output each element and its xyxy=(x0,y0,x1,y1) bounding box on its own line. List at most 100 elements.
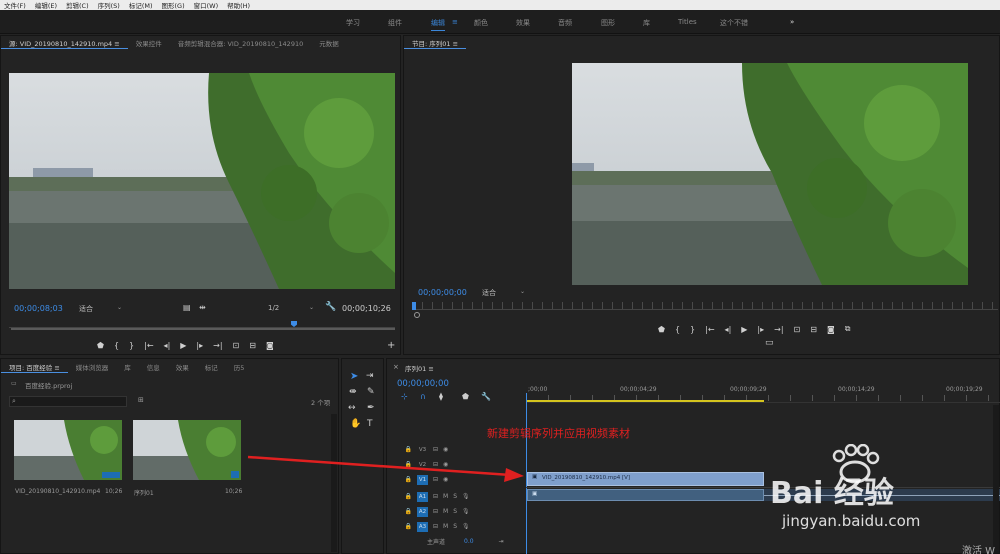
sync-lock-icon[interactable]: ⊟ xyxy=(433,493,438,500)
program-playhead[interactable] xyxy=(412,302,416,310)
extract-icon[interactable]: ⊟ xyxy=(810,325,817,334)
tab-media-browser[interactable]: 媒体浏览器 xyxy=(68,362,117,372)
tab-libraries[interactable]: 库 xyxy=(116,362,139,372)
step-back-icon[interactable]: ◂| xyxy=(725,325,732,334)
track-label[interactable]: A3 xyxy=(417,521,428,532)
settings-icon[interactable]: ▤ xyxy=(183,303,191,312)
chevron-down-icon[interactable]: ⌄ xyxy=(309,304,314,311)
tab-effect-controls[interactable]: 效果控件 xyxy=(128,38,170,48)
slip-icon[interactable]: ↔ xyxy=(348,403,356,413)
new-bin-icon[interactable]: ⊞ xyxy=(138,396,144,404)
menu-sequence[interactable]: 序列(S) xyxy=(98,0,120,10)
linked-selection-icon[interactable]: ⧫ xyxy=(439,392,443,401)
menu-clip[interactable]: 剪辑(C) xyxy=(66,0,89,10)
mic-icon[interactable]: 🎙 xyxy=(462,508,470,515)
tab-effects[interactable]: 效果 xyxy=(168,362,197,372)
hand-icon[interactable]: ✋ xyxy=(350,419,361,429)
timeline-scrollbar[interactable] xyxy=(993,405,999,553)
menu-edit[interactable]: 编辑(E) xyxy=(35,0,57,10)
close-icon[interactable]: × xyxy=(393,363,399,371)
ws-more-icon[interactable]: » xyxy=(790,18,794,26)
track-label[interactable]: A2 xyxy=(417,506,428,517)
go-to-end-icon[interactable]: ⇥ xyxy=(499,538,504,545)
vr-icon[interactable]: ▭ xyxy=(765,338,774,348)
ws-effects[interactable]: 效果 xyxy=(516,18,530,28)
menu-graphics[interactable]: 图形(G) xyxy=(162,0,185,10)
project-scrollbar[interactable] xyxy=(331,414,337,552)
insert-icon[interactable]: ⊡ xyxy=(233,341,240,350)
sequence-thumbnail[interactable] xyxy=(133,420,241,480)
marker-icon[interactable]: ⬟ xyxy=(97,341,104,350)
mic-icon[interactable]: 🎙 xyxy=(462,523,470,530)
ws-titles[interactable]: Titles xyxy=(678,18,697,26)
mark-out-icon[interactable]: } xyxy=(129,341,134,350)
razor-icon[interactable]: ✎ xyxy=(367,387,375,397)
lift-icon[interactable]: ⊡ xyxy=(794,325,801,334)
timeline-timecode[interactable]: 00;00;00;00 xyxy=(397,379,449,389)
mark-in-icon[interactable]: { xyxy=(114,341,119,350)
go-to-in-icon[interactable]: |← xyxy=(705,325,714,334)
lock-icon[interactable]: 🔒 xyxy=(386,523,412,530)
ws-assembly[interactable]: 组件 xyxy=(388,18,402,28)
go-to-out-icon[interactable]: →| xyxy=(774,325,783,334)
sync-lock-icon[interactable]: ⊟ xyxy=(433,508,438,515)
play-icon[interactable]: ▶ xyxy=(741,325,747,334)
tab-source[interactable]: 源: VID_20190810_142910.mp4 ≡ xyxy=(1,38,128,49)
add-button-icon[interactable]: + xyxy=(387,340,395,351)
zoom-handle-icon[interactable] xyxy=(414,312,420,318)
overwrite-icon[interactable]: ⊟ xyxy=(249,341,256,350)
ws-learn[interactable]: 学习 xyxy=(346,18,360,28)
menu-help[interactable]: 帮助(H) xyxy=(227,0,250,10)
selection-tool-icon[interactable]: ➤ xyxy=(350,371,358,382)
step-forward-icon[interactable]: |▸ xyxy=(196,341,203,350)
type-tool-icon[interactable]: T xyxy=(367,419,373,429)
ws-editing[interactable]: 编辑 xyxy=(431,18,445,31)
video-clip[interactable]: ▣ VID_20190810_142910.mp4 [V] xyxy=(527,472,764,486)
add-marker-icon[interactable]: ⬟ xyxy=(462,392,469,401)
ws-custom[interactable]: 这个不错 xyxy=(720,18,748,28)
nest-icon[interactable]: ⊹ xyxy=(401,392,408,401)
tab-history[interactable]: 历5 xyxy=(226,362,253,372)
sync-lock-icon[interactable]: ⊟ xyxy=(433,523,438,530)
mute-icon[interactable]: M xyxy=(443,523,448,530)
go-to-in-icon[interactable]: |← xyxy=(144,341,153,350)
wrench-icon[interactable]: 🔧 xyxy=(481,392,491,401)
mark-out-icon[interactable]: } xyxy=(690,325,695,334)
project-search-input[interactable]: ⌕ xyxy=(9,396,127,407)
snap-icon[interactable]: ∩ xyxy=(420,392,426,401)
solo-icon[interactable]: S xyxy=(453,523,457,530)
ws-color[interactable]: 颜色 xyxy=(474,18,488,28)
wrench-icon[interactable]: 🔧 xyxy=(325,302,336,312)
program-fit-select[interactable]: 适合 xyxy=(482,288,496,298)
solo-icon[interactable]: S xyxy=(453,493,457,500)
solo-icon[interactable]: S xyxy=(453,508,457,515)
menu-marker[interactable]: 标记(M) xyxy=(129,0,153,10)
ws-library[interactable]: 库 xyxy=(643,18,650,28)
mark-in-icon[interactable]: { xyxy=(675,325,680,334)
play-icon[interactable]: ▶ xyxy=(180,341,186,350)
drop-icon[interactable]: ⇹ xyxy=(199,303,206,312)
timeline-ruler[interactable]: ;00;00 00;00;04;29 00;00;09;29 00;00;14;… xyxy=(526,383,1000,403)
ws-graphics[interactable]: 图形 xyxy=(601,18,615,28)
program-timecode[interactable]: 00;00;00;00 xyxy=(418,288,467,297)
ws-audio[interactable]: 音频 xyxy=(558,18,572,28)
tab-program[interactable]: 节目: 序列01 ≡ xyxy=(404,38,467,49)
tab-info[interactable]: 信息 xyxy=(139,362,168,372)
marker-icon[interactable]: ⬟ xyxy=(658,325,665,334)
tab-audio-mixer[interactable]: 音频剪辑混合器: VID_20190810_142910 xyxy=(170,38,312,48)
camera-icon[interactable]: ◙ xyxy=(827,325,835,334)
go-to-out-icon[interactable]: →| xyxy=(213,341,222,350)
step-forward-icon[interactable]: |▸ xyxy=(757,325,764,334)
chevron-down-icon[interactable]: ⌄ xyxy=(117,304,122,311)
source-fit-select[interactable]: 适合 xyxy=(79,304,93,314)
audio-clip[interactable]: ▣ xyxy=(527,489,764,501)
track-label[interactable]: A1 xyxy=(417,491,428,502)
source-timecode[interactable]: 00;00;08;03 xyxy=(14,304,63,313)
ws-menu-icon[interactable]: ≡ xyxy=(452,18,458,26)
source-time-ruler[interactable] xyxy=(9,318,395,328)
media-thumbnail[interactable] xyxy=(14,420,122,480)
tab-markers[interactable]: 标记 xyxy=(197,362,226,372)
work-area-bar[interactable] xyxy=(526,400,764,402)
step-back-icon[interactable]: ◂| xyxy=(164,341,171,350)
tab-metadata[interactable]: 元数据 xyxy=(311,38,347,48)
